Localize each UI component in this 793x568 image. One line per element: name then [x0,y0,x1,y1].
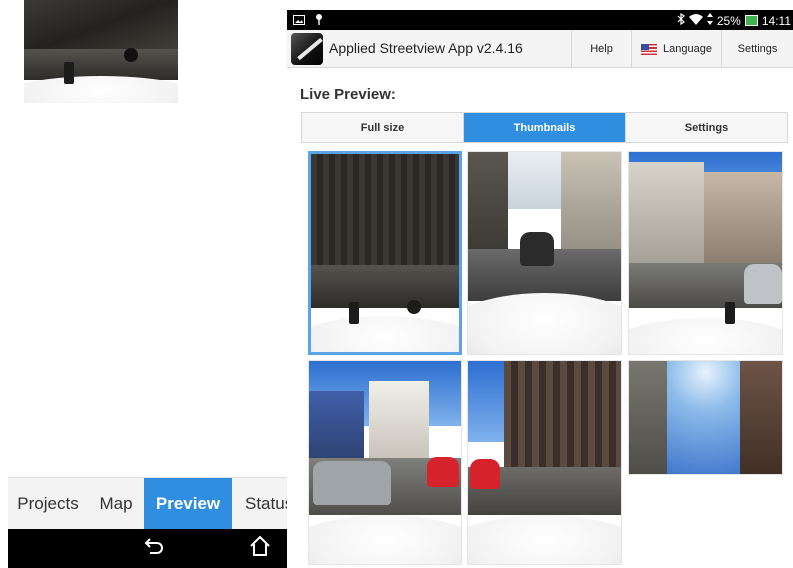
segment-full-size[interactable]: Full size [302,113,464,142]
app-title: Applied Streetview App v2.4.16 [329,40,523,56]
live-preview-heading: Live Preview: [300,86,396,103]
location-pin-icon [315,13,323,28]
tab-map[interactable]: Map [88,478,144,529]
tab-preview[interactable]: Preview [144,478,232,529]
help-label: Help [590,43,613,55]
android-nav-bar [8,529,287,568]
preview-photo [24,0,178,103]
status-bar: 25% 14:11 [287,10,793,30]
language-button[interactable]: Language [631,30,721,68]
back-arrow-icon[interactable] [144,535,164,563]
settings-button[interactable]: Settings [721,30,793,68]
home-icon[interactable] [249,535,271,563]
bluetooth-icon [677,12,685,28]
camera-thumbnail-5[interactable] [467,360,622,565]
tab-projects[interactable]: Projects [8,478,88,529]
bottom-tab-bar: Projects Map Preview Status [8,477,287,529]
language-label: Language [663,43,712,55]
camera-thumbnail-3[interactable] [628,151,783,355]
preview-mode-segments: Full size Thumbnails Settings [301,112,788,143]
battery-percent: 25% [716,13,741,28]
action-bar: Applied Streetview App v2.4.16 Help Lang… [287,30,793,68]
help-button[interactable]: Help [571,30,631,68]
battery-charging-icon [744,15,758,26]
tab-status[interactable]: Status [232,478,287,529]
camera-thumbnail-6[interactable] [628,360,783,475]
us-flag-icon [641,43,658,55]
status-time: 14:11 [761,13,791,28]
app-logo [291,33,323,65]
camera-thumbnail-4[interactable] [308,360,462,565]
camera-thumbnail-1[interactable] [308,151,462,355]
segment-settings[interactable]: Settings [626,113,787,142]
segment-thumbnails[interactable]: Thumbnails [464,113,626,142]
gallery-icon [293,14,305,28]
data-arrows-icon [706,13,713,28]
settings-label: Settings [737,43,778,55]
wifi-icon [688,13,703,28]
camera-thumbnail-2[interactable] [467,151,622,355]
